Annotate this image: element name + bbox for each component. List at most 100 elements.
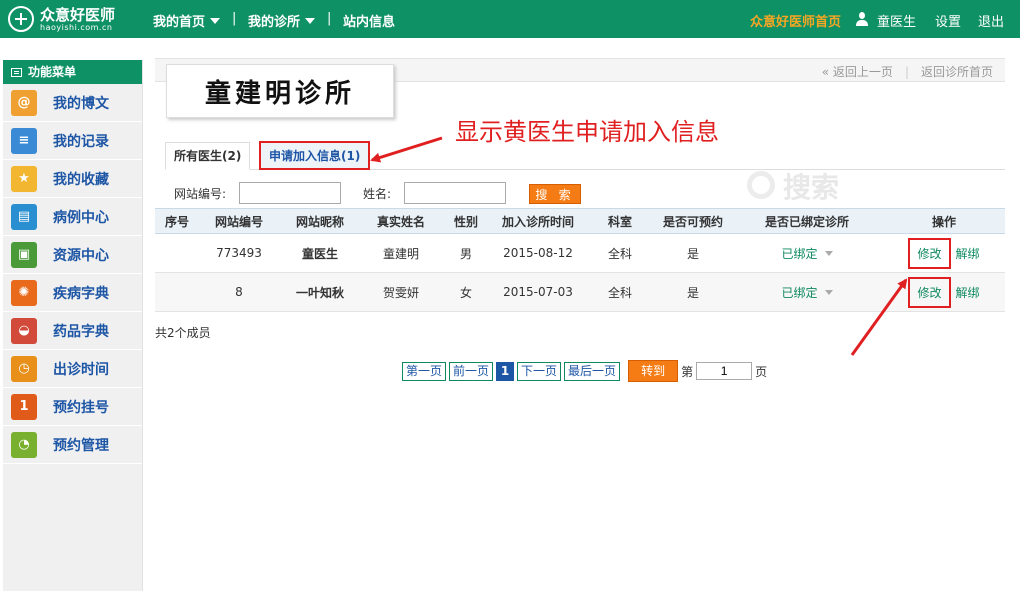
row-bound-status: 已绑定 bbox=[731, 233, 883, 273]
page-number-input[interactable] bbox=[696, 362, 753, 380]
notes-icon: ≡ bbox=[11, 127, 37, 154]
site-id-input[interactable] bbox=[239, 182, 341, 204]
register-icon: 1 bbox=[11, 393, 37, 420]
goto-button[interactable]: 转到 bbox=[628, 360, 679, 382]
nav-separator: | bbox=[327, 11, 332, 26]
user-name-link[interactable]: 童医生 bbox=[877, 11, 916, 30]
menu-icon bbox=[11, 67, 22, 77]
top-home-link[interactable]: 众意好医师首页 bbox=[750, 11, 841, 30]
sidebar-item-label: 预约挂号 bbox=[53, 399, 109, 416]
row-seq bbox=[155, 272, 199, 312]
nav-site-messages[interactable]: 站内信息 bbox=[343, 11, 395, 30]
column-header: 是否可预约 bbox=[655, 208, 731, 234]
row-nickname: 一叶知秋 bbox=[279, 272, 361, 312]
sidebar-item-7[interactable]: ◷ 出诊时间 bbox=[3, 350, 142, 388]
row-join-time: 2015-07-03 bbox=[491, 272, 585, 312]
sidebar-item-label: 药品字典 bbox=[53, 323, 109, 340]
clinic-home-link[interactable]: 返回诊所首页 bbox=[921, 65, 993, 79]
column-header: 网站昵称 bbox=[279, 208, 361, 234]
prev-page-button[interactable]: 前一页 bbox=[449, 361, 494, 381]
last-page-button[interactable]: 最后一页 bbox=[564, 361, 621, 381]
top-bar: 众意好医师 haoyishi.com.cn 我的首页 | 我的诊所 | 站内信息… bbox=[0, 0, 1020, 38]
page-prefix: 第 bbox=[681, 364, 694, 379]
sidebar-item-5[interactable]: ✺ 疾病字典 bbox=[3, 274, 142, 312]
row-actions: 修改 解绑 bbox=[883, 233, 1005, 273]
sidebar-item-9[interactable]: ◔ 预约管理 bbox=[3, 426, 142, 464]
row-bookable: 是 bbox=[655, 233, 731, 273]
name-input[interactable] bbox=[404, 182, 506, 204]
row-join-time: 2015-08-12 bbox=[491, 233, 585, 273]
row-bookable: 是 bbox=[655, 272, 731, 312]
row-department: 全科 bbox=[585, 272, 655, 312]
first-page-button[interactable]: 第一页 bbox=[402, 361, 447, 381]
logout-link[interactable]: 退出 bbox=[978, 11, 1004, 30]
user-icon bbox=[856, 12, 868, 26]
column-header: 操作 bbox=[883, 208, 1005, 234]
search-button[interactable]: 搜 索 bbox=[529, 184, 581, 204]
resource-icon: ▣ bbox=[11, 241, 37, 268]
row-seq bbox=[155, 233, 199, 273]
row-department: 全科 bbox=[585, 233, 655, 273]
sidebar-item-label: 病例中心 bbox=[53, 209, 109, 226]
back-link[interactable]: « 返回上一页 bbox=[822, 65, 893, 79]
chevron-down-icon bbox=[824, 250, 833, 256]
row-real-name: 童建明 bbox=[361, 233, 441, 273]
tab-join-requests[interactable]: 申请加入信息(1) bbox=[259, 141, 371, 170]
row-gender: 男 bbox=[441, 233, 491, 273]
sidebar-item-2[interactable]: ★ 我的收藏 bbox=[3, 160, 142, 198]
sidebar-item-label: 我的收藏 bbox=[53, 171, 109, 188]
row-site-id: 8 bbox=[199, 272, 279, 312]
sidebar-item-label: 出诊时间 bbox=[53, 361, 109, 378]
unbind-button[interactable]: 解绑 bbox=[956, 286, 980, 300]
sidebar-item-label: 疾病字典 bbox=[53, 285, 109, 302]
sidebar: 功能菜单 @ 我的博文 ≡ 我的记录 ★ 我的收藏 ▤ 病例中心 ▣ 资源中心 ✺ 疾病字典 ◒ 药品字典… bbox=[3, 60, 143, 591]
current-page[interactable]: 1 bbox=[496, 361, 515, 381]
row-gender: 女 bbox=[441, 272, 491, 312]
table-row: 8 一叶知秋 贺雯妍女 2015-07-03 全科是 已绑定 修改 解绑 bbox=[155, 272, 1005, 312]
sidebar-item-label: 资源中心 bbox=[53, 247, 109, 264]
edit-button[interactable]: 修改 bbox=[908, 237, 951, 269]
disease-icon: ✺ bbox=[11, 279, 37, 306]
unbind-button[interactable]: 解绑 bbox=[956, 247, 980, 261]
column-header: 科室 bbox=[585, 208, 655, 234]
next-page-button[interactable]: 下一页 bbox=[517, 361, 562, 381]
members-table: 序号 网站编号 网站昵称 真实姓名 性别 加入诊所时间 科室 是否可预约 是否已绑定诊所 操作 7… bbox=[155, 208, 1005, 312]
favorite-icon: ★ bbox=[11, 165, 37, 192]
column-header: 加入诊所时间 bbox=[491, 208, 585, 234]
sidebar-item-6[interactable]: ◒ 药品字典 bbox=[3, 312, 142, 350]
sidebar-title: 功能菜单 bbox=[3, 60, 142, 84]
site-id-label: 网站编号: bbox=[174, 187, 227, 201]
sidebar-item-1[interactable]: ≡ 我的记录 bbox=[3, 122, 142, 160]
sidebar-item-label: 预约管理 bbox=[53, 437, 109, 454]
nav-my-home[interactable]: 我的首页 bbox=[153, 11, 221, 30]
edit-button[interactable]: 修改 bbox=[908, 276, 951, 308]
chevron-down-icon bbox=[210, 18, 221, 24]
name-label: 姓名: bbox=[363, 187, 392, 201]
tab-all-doctors[interactable]: 所有医生(2) bbox=[165, 142, 251, 170]
sidebar-item-8[interactable]: 1 预约挂号 bbox=[3, 388, 142, 426]
sidebar-item-label: 我的记录 bbox=[53, 133, 109, 150]
column-header: 真实姓名 bbox=[361, 208, 441, 234]
logo[interactable]: 众意好医师 haoyishi.com.cn bbox=[8, 6, 115, 32]
clinic-name-badge: 童建明诊所 bbox=[166, 64, 394, 118]
chevron-down-icon bbox=[824, 289, 833, 295]
search-bar: 网站编号: 姓名: 搜 索 bbox=[155, 180, 1005, 208]
blog-icon: @ bbox=[11, 89, 37, 116]
bound-dropdown[interactable]: 已绑定 bbox=[781, 286, 833, 300]
sidebar-item-0[interactable]: @ 我的博文 bbox=[3, 84, 142, 122]
case-icon: ▤ bbox=[11, 203, 37, 230]
manage-icon: ◔ bbox=[11, 431, 37, 458]
logo-name: 众意好医师 bbox=[40, 5, 116, 24]
sidebar-item-4[interactable]: ▣ 资源中心 bbox=[3, 236, 142, 274]
row-bound-status: 已绑定 bbox=[731, 272, 883, 312]
nav-my-clinic[interactable]: 我的诊所 bbox=[248, 11, 316, 30]
main-content: « 返回上一页 | 返回诊所首页 童建明诊所 显示黄医生申请加入信息 所有医生(2)… bbox=[155, 58, 1005, 382]
column-header: 是否已绑定诊所 bbox=[731, 208, 883, 234]
bound-dropdown[interactable]: 已绑定 bbox=[781, 247, 833, 261]
sidebar-item-3[interactable]: ▤ 病例中心 bbox=[3, 198, 142, 236]
logo-icon bbox=[8, 6, 34, 32]
settings-link[interactable]: 设置 bbox=[935, 11, 961, 30]
nav-separator: | bbox=[232, 11, 237, 26]
row-real-name: 贺雯妍 bbox=[361, 272, 441, 312]
member-count: 共2个成员 bbox=[155, 326, 211, 340]
